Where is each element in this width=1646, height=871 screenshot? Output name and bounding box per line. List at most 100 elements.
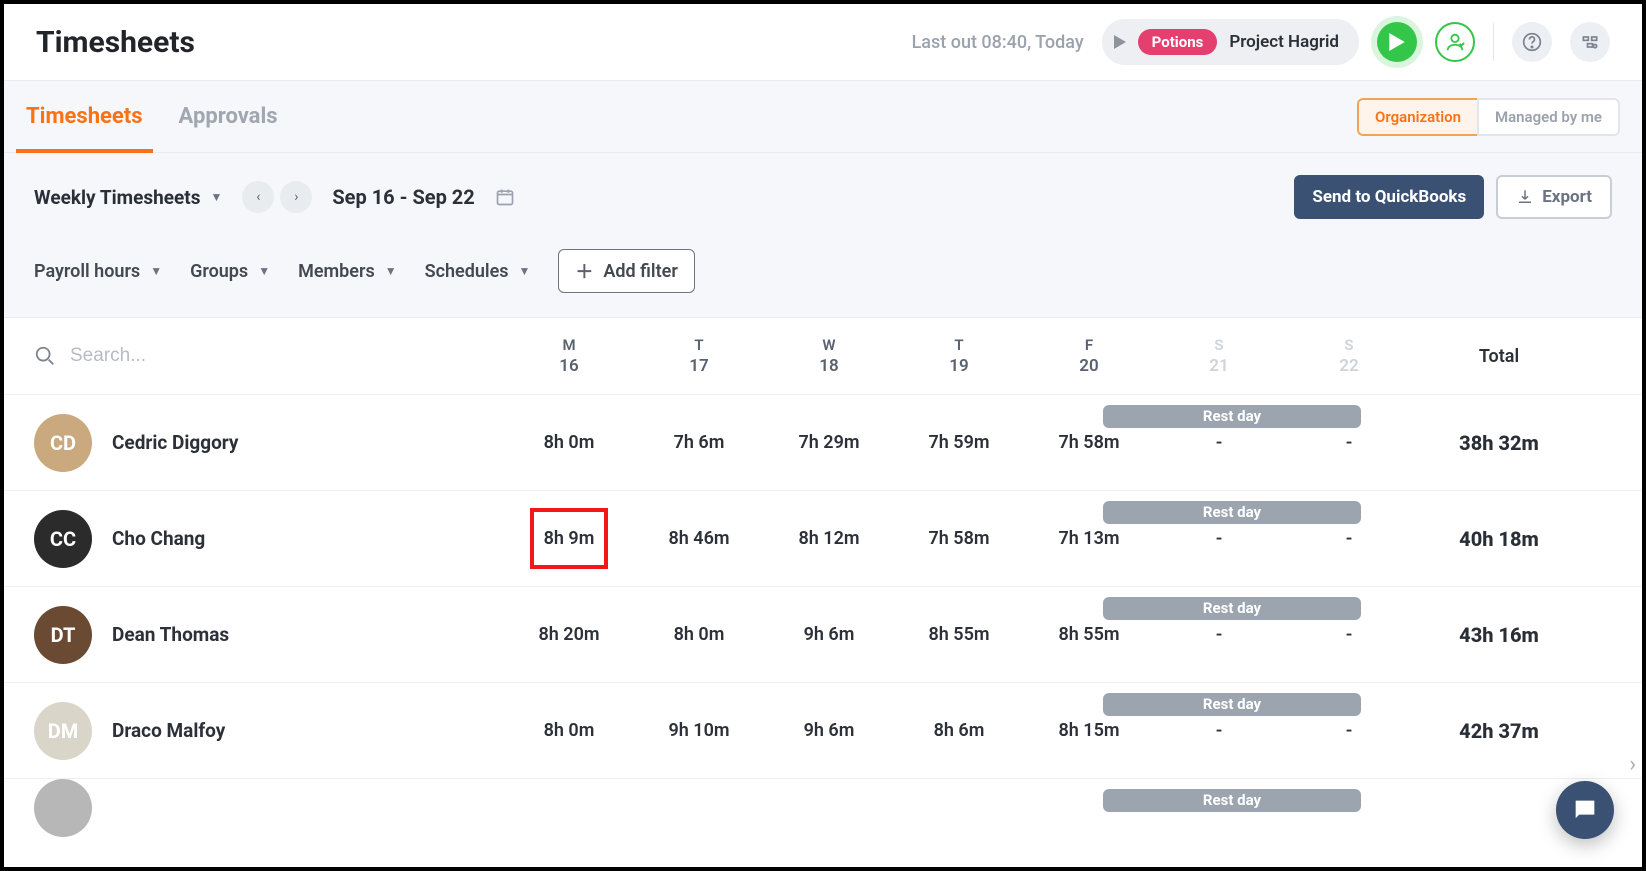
time-cell[interactable]: 8h 0m <box>634 624 764 645</box>
filter-groups[interactable]: Groups ▼ <box>190 261 270 282</box>
avatar: CD <box>34 414 92 472</box>
time-cell[interactable]: - <box>1154 432 1284 453</box>
help-button[interactable] <box>1512 22 1552 62</box>
time-cell[interactable]: 8h 46m <box>634 528 764 549</box>
settings-button[interactable] <box>1570 22 1610 62</box>
table-row: Rest day <box>4 779 1642 819</box>
time-cell[interactable]: 8h 55m <box>1024 624 1154 645</box>
filter-payroll-hours[interactable]: Payroll hours ▼ <box>34 261 162 282</box>
time-cell[interactable]: - <box>1284 720 1414 741</box>
table-row[interactable]: CC Cho Chang8h 9m8h 46m8h 12m7h 58m7h 13… <box>4 491 1642 587</box>
calendar-icon[interactable] <box>495 187 515 207</box>
day-header: W18 <box>764 336 894 376</box>
rest-day-badge: Rest day <box>1103 693 1361 716</box>
time-cell[interactable]: 9h 6m <box>764 720 894 741</box>
table-row[interactable]: DM Draco Malfoy 8h 0m9h 10m9h 6m8h 6m8h 1… <box>4 683 1642 779</box>
user-status-button[interactable] <box>1435 22 1475 62</box>
table-row[interactable]: DT Dean Thomas8h 20m8h 0m9h 6m8h 55m8h 5… <box>4 587 1642 683</box>
rest-day-badge: Rest day <box>1103 597 1361 620</box>
avatar: CC <box>34 510 92 568</box>
person-cell: DT Dean Thomas <box>34 606 504 664</box>
time-cell[interactable]: 7h 29m <box>764 432 894 453</box>
prev-week-button[interactable]: ‹ <box>242 181 274 213</box>
person-name: Dean Thomas <box>112 623 229 646</box>
filter-label: Schedules <box>425 261 509 282</box>
search-input[interactable] <box>70 345 270 367</box>
next-week-button[interactable]: › <box>280 181 312 213</box>
time-cell[interactable]: 8h 6m <box>894 720 1024 741</box>
rest-day-badge: Rest day <box>1103 501 1361 524</box>
scope-managed-by-me[interactable]: Managed by me <box>1477 98 1620 136</box>
start-timer-button[interactable] <box>1377 22 1417 62</box>
caret-down-icon: ▼ <box>258 264 270 278</box>
timesheet-table: M16T17W18T19F20S21S22Total CD Cedric Dig… <box>4 317 1642 819</box>
time-cell[interactable]: 8h 55m <box>894 624 1024 645</box>
time-cell[interactable]: 7h 58m <box>1024 432 1154 453</box>
day-header: F20 <box>1024 336 1154 376</box>
filter-members[interactable]: Members ▼ <box>298 261 397 282</box>
scope-toggle: Organization Managed by me <box>1357 98 1620 136</box>
time-cell[interactable]: 8h 12m <box>764 528 894 549</box>
scroll-right-icon[interactable]: › <box>1629 752 1636 777</box>
person-cell: CC Cho Chang <box>34 510 504 568</box>
filter-label: Payroll hours <box>34 261 140 282</box>
plus-icon: ＋ <box>575 258 593 284</box>
caret-down-icon: ▼ <box>150 264 162 278</box>
time-cell[interactable]: 8h 15m <box>1024 720 1154 741</box>
divider <box>1493 23 1494 61</box>
time-cell[interactable]: 7h 58m <box>894 528 1024 549</box>
person-name: Cho Chang <box>112 527 205 550</box>
filters-row: Payroll hours ▼ Groups ▼ Members ▼ Sched… <box>4 241 1642 317</box>
day-header: T19 <box>894 336 1024 376</box>
time-cell[interactable]: - <box>1154 624 1284 645</box>
total-header: Total <box>1414 346 1584 367</box>
last-out-status: Last out 08:40, Today <box>912 32 1084 53</box>
day-header: S21 <box>1154 336 1284 376</box>
table-row[interactable]: CD Cedric Diggory 8h 0m7h 6m7h 29m7h 59m7… <box>4 395 1642 491</box>
top-right-controls: Last out 08:40, Today Potions Project Ha… <box>912 19 1610 65</box>
avatar: DM <box>34 702 92 760</box>
export-button[interactable]: Export <box>1496 175 1612 219</box>
time-cell[interactable]: - <box>1284 432 1414 453</box>
controls-row: Weekly Timesheets ▼ ‹ › Sep 16 - Sep 22 … <box>4 153 1642 241</box>
search-icon <box>34 345 56 367</box>
time-cell[interactable]: 8h 0m <box>504 720 634 741</box>
project-name: Project Hagrid <box>1229 32 1339 52</box>
view-type-dropdown[interactable]: Weekly Timesheets ▼ <box>34 186 222 209</box>
time-cell[interactable]: - <box>1284 624 1414 645</box>
time-cell[interactable]: 8h 0m <box>504 432 634 453</box>
time-cell[interactable]: 7h 13m <box>1024 528 1154 549</box>
time-cell[interactable]: 9h 10m <box>634 720 764 741</box>
total-cell: 38h 32m <box>1414 431 1584 455</box>
time-cell[interactable]: - <box>1154 720 1284 741</box>
time-cell[interactable]: 7h 59m <box>894 432 1024 453</box>
time-cell[interactable]: 7h 6m <box>634 432 764 453</box>
filter-schedules[interactable]: Schedules ▼ <box>425 261 531 282</box>
time-cell[interactable]: - <box>1154 528 1284 549</box>
current-project-pill[interactable]: Potions Project Hagrid <box>1102 19 1359 65</box>
tabs-row: Timesheets Approvals Organization Manage… <box>4 81 1642 153</box>
time-cell[interactable]: 8h 20m <box>504 624 634 645</box>
total-cell: 43h 16m <box>1414 623 1584 647</box>
page-title: Timesheets <box>36 25 195 60</box>
avatar <box>34 779 92 837</box>
rest-day-badge: Rest day <box>1103 405 1361 428</box>
add-filter-button[interactable]: ＋ Add filter <box>558 249 694 293</box>
total-cell: 42h 37m <box>1414 719 1584 743</box>
day-header: T17 <box>634 336 764 376</box>
time-cell[interactable]: 9h 6m <box>764 624 894 645</box>
top-bar: Timesheets Last out 08:40, Today Potions… <box>4 4 1642 80</box>
person-name: Draco Malfoy <box>112 719 225 742</box>
scope-organization[interactable]: Organization <box>1357 98 1477 136</box>
time-cell[interactable]: - <box>1284 528 1414 549</box>
day-header: S22 <box>1284 336 1414 376</box>
tab-timesheets[interactable]: Timesheets <box>26 81 143 152</box>
time-cell[interactable]: 8h 9m <box>504 508 634 569</box>
send-to-quickbooks-button[interactable]: Send to QuickBooks <box>1294 175 1484 219</box>
download-icon <box>1516 188 1534 206</box>
person-name: Cedric Diggory <box>112 431 239 454</box>
chat-launcher-button[interactable] <box>1556 781 1614 839</box>
avatar: DT <box>34 606 92 664</box>
tab-approvals[interactable]: Approvals <box>179 81 278 152</box>
caret-down-icon: ▼ <box>519 264 531 278</box>
